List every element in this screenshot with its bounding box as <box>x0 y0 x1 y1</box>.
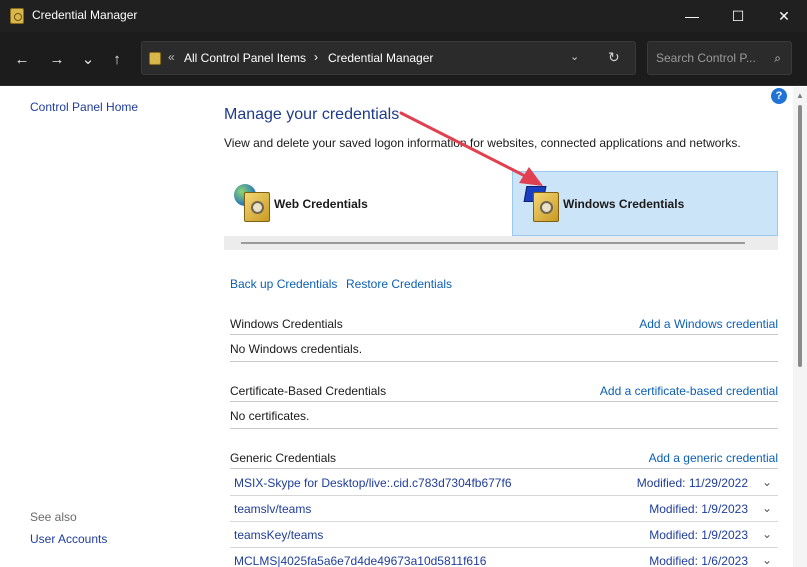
recent-locations-chevron-icon[interactable]: ⌄ <box>76 47 100 71</box>
search-icon[interactable]: ⌕ <box>774 51 781 66</box>
vertical-scrollbar[interactable]: ▲ <box>793 87 807 567</box>
search-box[interactable]: ⌕ <box>647 41 792 75</box>
credential-modified: Modified: 1/9/2023 <box>649 502 748 516</box>
title-bar: Credential Manager — ☐ ✕ <box>0 0 807 32</box>
expand-chevron-icon[interactable]: ⌄ <box>762 553 772 567</box>
web-credentials-label: Web Credentials <box>274 196 368 211</box>
help-icon[interactable]: ? <box>771 88 787 104</box>
add-generic-credential-link[interactable]: Add a generic credential <box>649 451 778 465</box>
close-button[interactable]: ✕ <box>761 0 807 32</box>
horizontal-scroll-thumb[interactable] <box>241 242 745 244</box>
credential-name[interactable]: teamsKey/teams <box>234 528 323 542</box>
certificate-credentials-empty: No certificates. <box>230 403 778 429</box>
certificate-credentials-section-header: Certificate-Based Credentials Add a cert… <box>230 380 778 402</box>
breadcrumb-chevron-icon[interactable]: › <box>314 50 318 64</box>
table-row[interactable]: MCLMS|4025fa5a6e7d4de49673a10d5811f616 M… <box>230 548 778 567</box>
refresh-icon[interactable]: ↻ <box>608 49 620 66</box>
search-input[interactable] <box>656 51 766 65</box>
table-row[interactable]: MSIX-Skype for Desktop/live:.cid.c783d73… <box>230 470 778 496</box>
windows-credentials-empty: No Windows credentials. <box>230 336 778 362</box>
restore-credentials-link[interactable]: Restore Credentials <box>346 277 452 291</box>
section-title: Generic Credentials <box>230 451 337 465</box>
add-certificate-credential-link[interactable]: Add a certificate-based credential <box>600 384 778 398</box>
navigation-bar: ← → ⌄ ↑ « All Control Panel Items › Cred… <box>0 32 807 86</box>
control-panel-icon <box>149 52 161 65</box>
empty-message: No Windows credentials. <box>230 342 363 356</box>
address-bar[interactable]: « All Control Panel Items › Credential M… <box>141 41 636 75</box>
left-pane: Control Panel Home See also User Account… <box>0 87 208 567</box>
expand-chevron-icon[interactable]: ⌄ <box>762 527 772 541</box>
forward-arrow-icon[interactable]: → <box>45 47 69 71</box>
table-row[interactable]: teamslv/teams Modified: 1/9/2023 ⌄ <box>230 496 778 522</box>
expand-chevron-icon[interactable]: ⌄ <box>762 501 772 515</box>
credential-name[interactable]: MCLMS|4025fa5a6e7d4de49673a10d5811f616 <box>234 554 486 567</box>
window-controls: — ☐ ✕ <box>669 0 807 32</box>
maximize-button[interactable]: ☐ <box>715 0 761 32</box>
table-row[interactable]: teamsKey/teams Modified: 1/9/2023 ⌄ <box>230 522 778 548</box>
credential-modified: Modified: 11/29/2022 <box>636 476 748 490</box>
web-credentials-vault-icon <box>234 183 270 222</box>
section-title: Windows Credentials <box>230 317 343 331</box>
section-title: Certificate-Based Credentials <box>230 384 387 398</box>
page-title: Manage your credentials <box>224 106 400 123</box>
back-arrow-icon[interactable]: ← <box>10 47 34 71</box>
breadcrumb-credential-manager[interactable]: Credential Manager <box>328 51 433 65</box>
windows-credentials-section-header: Windows Credentials Add a Windows creden… <box>230 313 778 335</box>
credential-name[interactable]: MSIX-Skype for Desktop/live:.cid.c783d73… <box>234 476 512 490</box>
add-windows-credential-link[interactable]: Add a Windows credential <box>639 317 778 331</box>
breadcrumb-all-control-panel-items[interactable]: All Control Panel Items <box>184 51 306 65</box>
generic-credentials-section-header: Generic Credentials Add a generic creden… <box>230 447 778 469</box>
minimize-button[interactable]: — <box>669 0 715 32</box>
expand-chevron-icon[interactable]: ⌄ <box>762 475 772 489</box>
credential-modified: Modified: 1/9/2023 <box>649 528 748 542</box>
credential-name[interactable]: teamslv/teams <box>234 502 311 516</box>
credential-modified: Modified: 1/6/2023 <box>649 554 748 567</box>
address-dropdown-icon[interactable]: ⌄ <box>570 50 579 63</box>
up-arrow-icon[interactable]: ↑ <box>105 47 129 71</box>
user-accounts-link[interactable]: User Accounts <box>30 532 107 546</box>
empty-message: No certificates. <box>230 409 310 423</box>
window-title: Credential Manager <box>32 8 138 22</box>
windows-credentials-label: Windows Credentials <box>563 196 685 211</box>
address-overflow-icon[interactable]: « <box>168 50 175 64</box>
scrollbar-thumb[interactable] <box>798 105 802 367</box>
see-also-label: See also <box>30 510 77 524</box>
horizontal-scroll-track[interactable] <box>224 236 778 250</box>
scroll-up-icon[interactable]: ▲ <box>796 91 804 100</box>
annotation-arrow-icon <box>399 111 543 186</box>
credential-manager-app-icon <box>10 8 24 24</box>
back-up-credentials-link[interactable]: Back up Credentials <box>230 277 337 291</box>
control-panel-home-link[interactable]: Control Panel Home <box>30 100 138 114</box>
